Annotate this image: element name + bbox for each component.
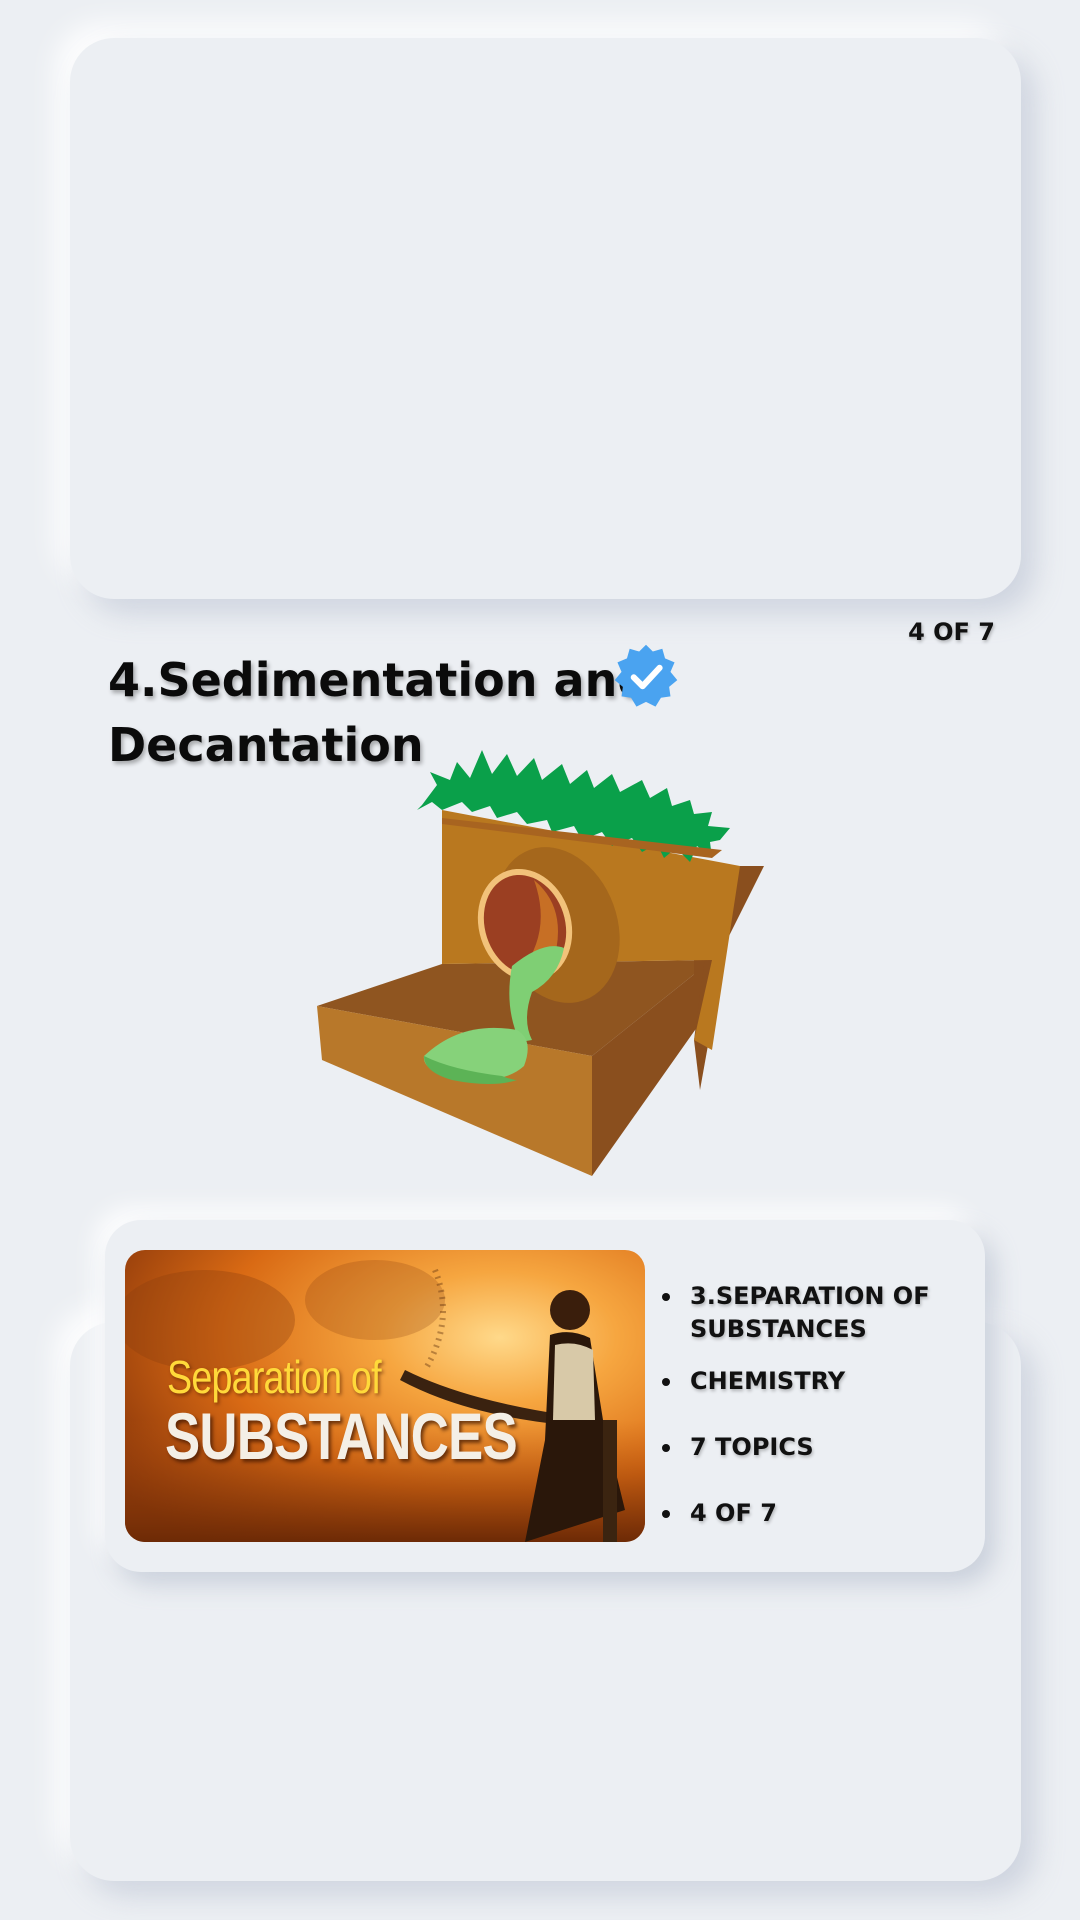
thumbnail-title-line-1: Separation of xyxy=(167,1351,382,1403)
thumbnail-title-line-2: SUBSTANCES xyxy=(165,1399,518,1473)
course-progress: 4 OF 7 xyxy=(655,1497,970,1530)
course-thumbnail: Separation of SUBSTANCES xyxy=(125,1250,645,1542)
course-subject: CHEMISTRY xyxy=(655,1365,970,1398)
course-chapter: 3.SEPARATION OF SUBSTANCES xyxy=(655,1280,970,1346)
verified-badge-icon xyxy=(614,644,678,707)
progress-indicator: 4 OF 7 xyxy=(908,618,995,646)
top-card xyxy=(70,38,1021,599)
course-card[interactable]: Separation of SUBSTANCES 3.SEPARATION OF… xyxy=(105,1220,985,1572)
course-topic-count: 7 TOPICS xyxy=(655,1431,970,1464)
sedimentation-illustration xyxy=(317,750,764,1176)
